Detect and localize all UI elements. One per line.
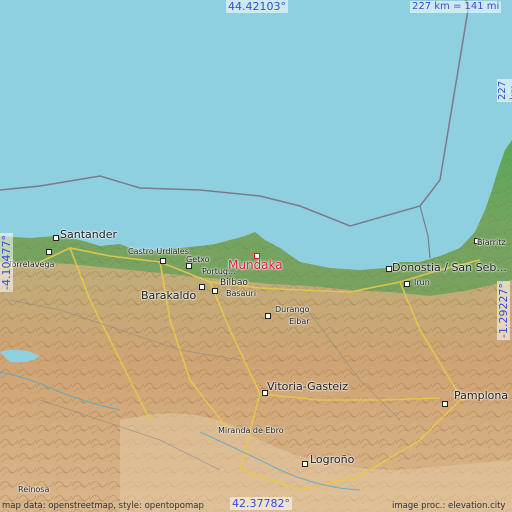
city-label-barakaldo: Barakaldo [141, 289, 197, 302]
city-label-pamplona: Pamplona [454, 389, 509, 402]
city-label-getxo: Getxo [186, 255, 210, 264]
castro-marker [160, 258, 166, 264]
city-label-basauri: Basauri [226, 289, 257, 298]
barakaldo-marker [199, 284, 205, 290]
city-label-miranda: Miranda de Ebro [218, 426, 284, 435]
city-label-biarritz: Biarritz [477, 238, 506, 247]
scale-horizontal: 227 km = 141 mi [410, 1, 502, 13]
city-label-irun: Irun [414, 278, 430, 287]
city-label-eibar: Eibar [289, 317, 310, 326]
city-label-torrelavega: Torrelavega [8, 260, 55, 269]
coord-top: 44.42103° [226, 0, 288, 14]
city-label-donostia: Donostia / San Seb... [392, 261, 507, 274]
city-label-reinosa: Reinosa [18, 485, 50, 494]
santander-marker [53, 235, 59, 241]
city-label-castro: Castro Urdiales [128, 247, 189, 256]
scale-vertical: 227 km = 141 mi [497, 78, 512, 102]
coord-left: -4.10477° [0, 233, 14, 292]
city-label-vitoria: Vitoria-Gasteiz [267, 380, 348, 393]
city-label-bilbao: Bilbao [220, 278, 248, 288]
irun-marker [404, 281, 410, 287]
coord-right: -1.29227° [497, 281, 511, 340]
map-view[interactable]: Santander Torrelavega Castro Urdiales Ge… [0, 0, 512, 512]
pamplona-marker [442, 401, 448, 407]
attribution-right: image proc.: elevation.city [392, 501, 506, 511]
logrono-marker [302, 461, 308, 467]
city-label-santander: Santander [60, 228, 117, 241]
torrelavega-marker [46, 249, 52, 255]
durango-marker [265, 313, 271, 319]
city-label-logrono: Logroño [310, 453, 355, 466]
city-label-durango: Durango [275, 305, 310, 314]
bilbao-marker [212, 288, 218, 294]
city-label-mundaka: Mundaka [228, 258, 283, 272]
attribution-left: map data: openstreetmap, style: opentopo… [2, 501, 204, 511]
coord-bottom: 42.37782° [230, 497, 292, 511]
